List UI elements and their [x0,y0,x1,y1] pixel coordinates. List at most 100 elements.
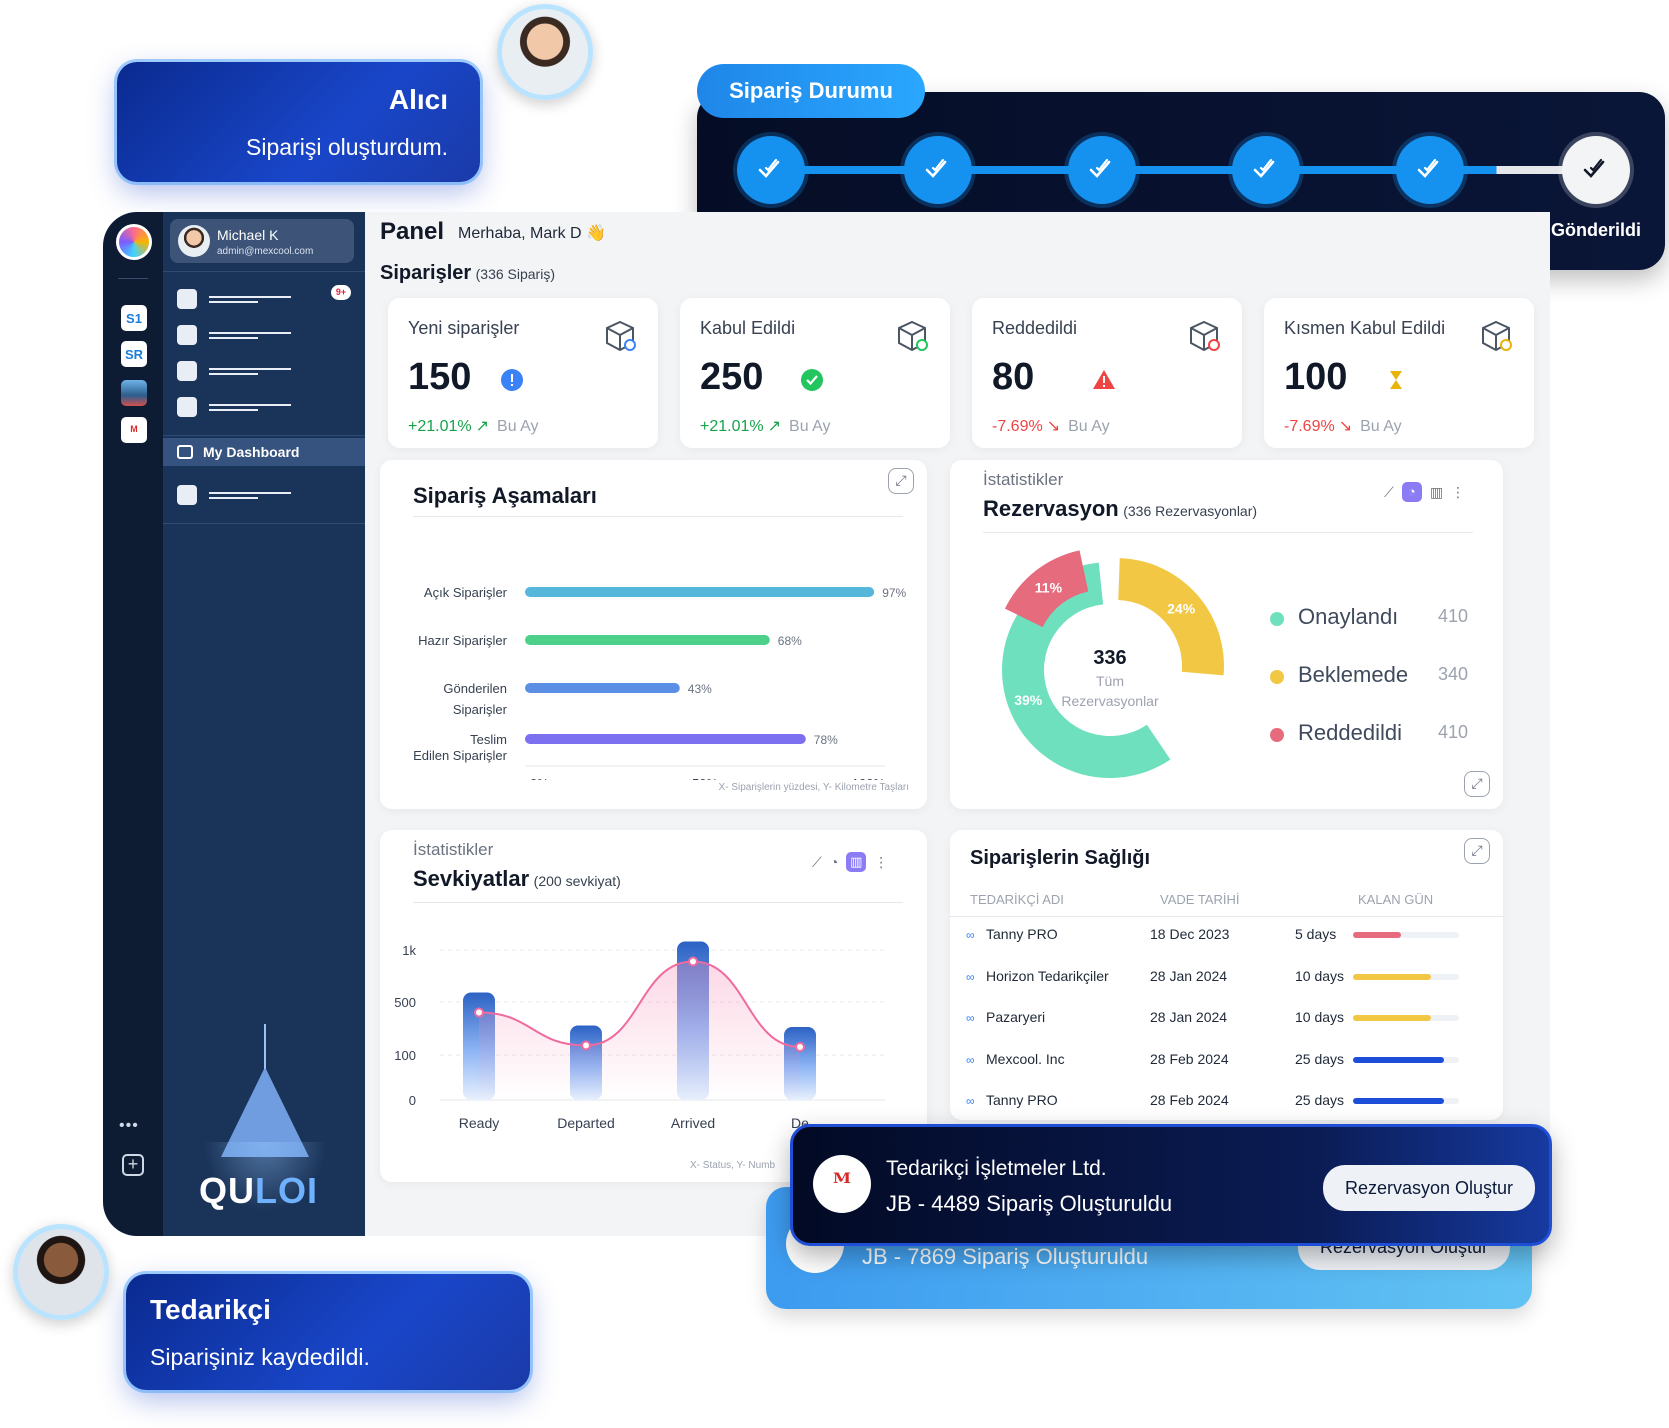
page-title: Panel [380,218,445,245]
supplier-link-icon: ∞ [966,928,975,942]
stat-card[interactable]: Reddedildi 80 -7.69% ↘ Bu Ay [972,298,1242,448]
reservations-kicker: İstatistikler [983,470,1064,489]
sidebar-divider [163,435,365,436]
tick-label: 0% [530,776,549,780]
donut-slice-label: 11% [1035,579,1063,595]
col-days-left: KALAN GÜN [1358,892,1434,907]
stat-change: +21.01% ↗ Bu Ay [700,416,831,436]
step-check-icon [1232,136,1300,204]
donut-center-label: Tüm [1096,673,1124,689]
stat-change-value: -7.69% [1284,418,1335,435]
days-left: 25 days [1295,1092,1345,1108]
step-check-icon [904,136,972,204]
stage-bar [525,734,806,744]
user-card[interactable]: Michael K admin@mexcool.com [170,219,354,263]
header-divider [950,916,1503,917]
sidebar: Michael K admin@mexcool.com 9+ My Dashbo… [163,212,365,1236]
legend-value: 410 [1438,722,1469,742]
buyer-message: Siparişi oluşturdum. [246,134,448,160]
days-left-fill [1353,932,1401,938]
expand-icon[interactable]: ⤢ [1464,771,1490,797]
trend-area [479,961,800,1100]
x-tick-label: Arrived [671,1115,715,1131]
stat-change-value: +21.01% [408,418,472,435]
stage-bar [525,635,770,645]
shipments-footnote: X- Status, Y- Numb [690,1160,776,1171]
notification-badge: 9+ [331,285,351,300]
days-left-fill [1353,1056,1445,1063]
stat-change: -7.69% ↘ Bu Ay [1284,416,1402,436]
stat-change: -7.69% ↘ Bu Ay [992,416,1110,436]
brand-logo: QULOI [199,1170,318,1212]
supplier-link-icon: ∞ [966,1052,975,1067]
sidebar-item-4[interactable] [177,396,291,418]
supplier-name[interactable]: Horizon Tedarikçiler [986,968,1109,984]
legend-value: 340 [1438,664,1469,684]
stat-card[interactable]: Kabul Edildi 250 +21.01% ↗ Bu Ay [680,298,950,448]
supplier-name[interactable]: Mexcool. Inc [986,1051,1065,1067]
stat-card[interactable]: Kısmen Kabul Edildi 100 -7.69% ↘ Bu Ay [1264,298,1534,448]
line-chart-icon[interactable]: ⟋ [812,854,822,871]
supplier-name[interactable]: Tanny PRO [986,1092,1058,1108]
workspace-brand-icon[interactable]: ᴹ [121,417,147,443]
kebab-menu-icon[interactable]: ⋮ [874,854,888,871]
company-logo-icon: ᴹ [813,1155,871,1213]
workspace-sr-icon[interactable]: SR [121,341,147,367]
step-check-icon [1396,136,1464,204]
days-left-fill [1353,1015,1432,1021]
buyer-bubble: Alıcı Siparişi oluşturdum. [117,62,480,182]
x-tick-label: Ready [459,1115,499,1131]
workspace-s1-icon[interactable]: S1 [121,305,147,331]
y-tick-label: 1k [402,943,416,958]
brand-suffix: LOI [255,1170,318,1211]
app-logo-icon[interactable] [116,224,152,260]
reservations-card: İstatistikler Rezervasyon (336 Rezervasy… [950,460,1503,809]
donut-slice[interactable] [1118,558,1224,676]
more-icon[interactable]: ••• [119,1117,139,1135]
stat-change-value: -7.69% [992,418,1043,435]
shipments-chart: 1k5001000Ready Departed Arrived De [394,941,885,1131]
days-left: 10 days [1295,1009,1345,1025]
days-left-fill [1353,1098,1445,1104]
stage-bar-label: 97% [882,586,906,600]
stat-value: 100 [1284,356,1348,398]
tick-label: 50% [692,776,718,780]
sidebar-item-5[interactable] [177,484,291,506]
trend-up-icon: ↗ [475,418,490,435]
hourglass-icon [1384,368,1406,390]
sidebar-item-3[interactable] [177,360,291,382]
kebab-menu-icon[interactable]: ⋮ [1451,484,1465,501]
trend-point [688,956,698,967]
expand-icon[interactable]: ⤢ [1464,838,1490,864]
supplier-avatar [13,1224,109,1320]
legend-label: Beklemede [1298,662,1409,687]
workspace-image-icon[interactable] [121,380,147,406]
sidebar-item-dashboard[interactable]: My Dashboard [163,438,365,466]
add-workspace-icon[interactable]: + [122,1154,144,1176]
package-icon [894,318,930,354]
sidebar-item-1[interactable] [177,288,291,310]
supplier-name[interactable]: Tanny PRO [986,926,1058,942]
stage-label: Siparişler [453,702,508,717]
package-icon [602,318,638,354]
info-icon [500,368,523,391]
supplier-message: Siparişiniz kaydedildi. [150,1344,370,1370]
order-stages-title: Sipariş Aşamaları [413,483,597,508]
bar-chart-icon[interactable]: ▥ [846,852,867,872]
line-chart-icon[interactable]: ⟋ [1384,484,1394,501]
bar-chart-icon[interactable]: ▥ [1430,484,1443,501]
create-reservation-button[interactable]: Rezervasyon Oluştur [1323,1165,1535,1211]
supplier-name[interactable]: Pazaryeri [986,1009,1045,1025]
pie-chart-icon[interactable]: ◔ [830,854,838,870]
stat-card[interactable]: Yeni siparişler 150 +21.01% ↗ Bu Ay [388,298,658,448]
stat-period: Bu Ay [497,418,539,435]
order-stages-footnote: X- Siparişlerin yüzdesi, Y- Kilometre Ta… [718,782,909,793]
stage-label: Açık Siparişler [424,585,508,600]
due-date: 28 Feb 2024 [1150,1050,1229,1067]
sidebar-item-2[interactable] [177,324,291,346]
order-health-title: Siparişlerin Sağlığı [970,847,1151,869]
pie-chart-icon[interactable]: ◔ [1401,482,1422,502]
title-divider [983,532,1473,533]
expand-icon[interactable]: ⤢ [888,468,914,494]
app-rail: S1 SR ᴹ ••• + [103,212,163,1236]
